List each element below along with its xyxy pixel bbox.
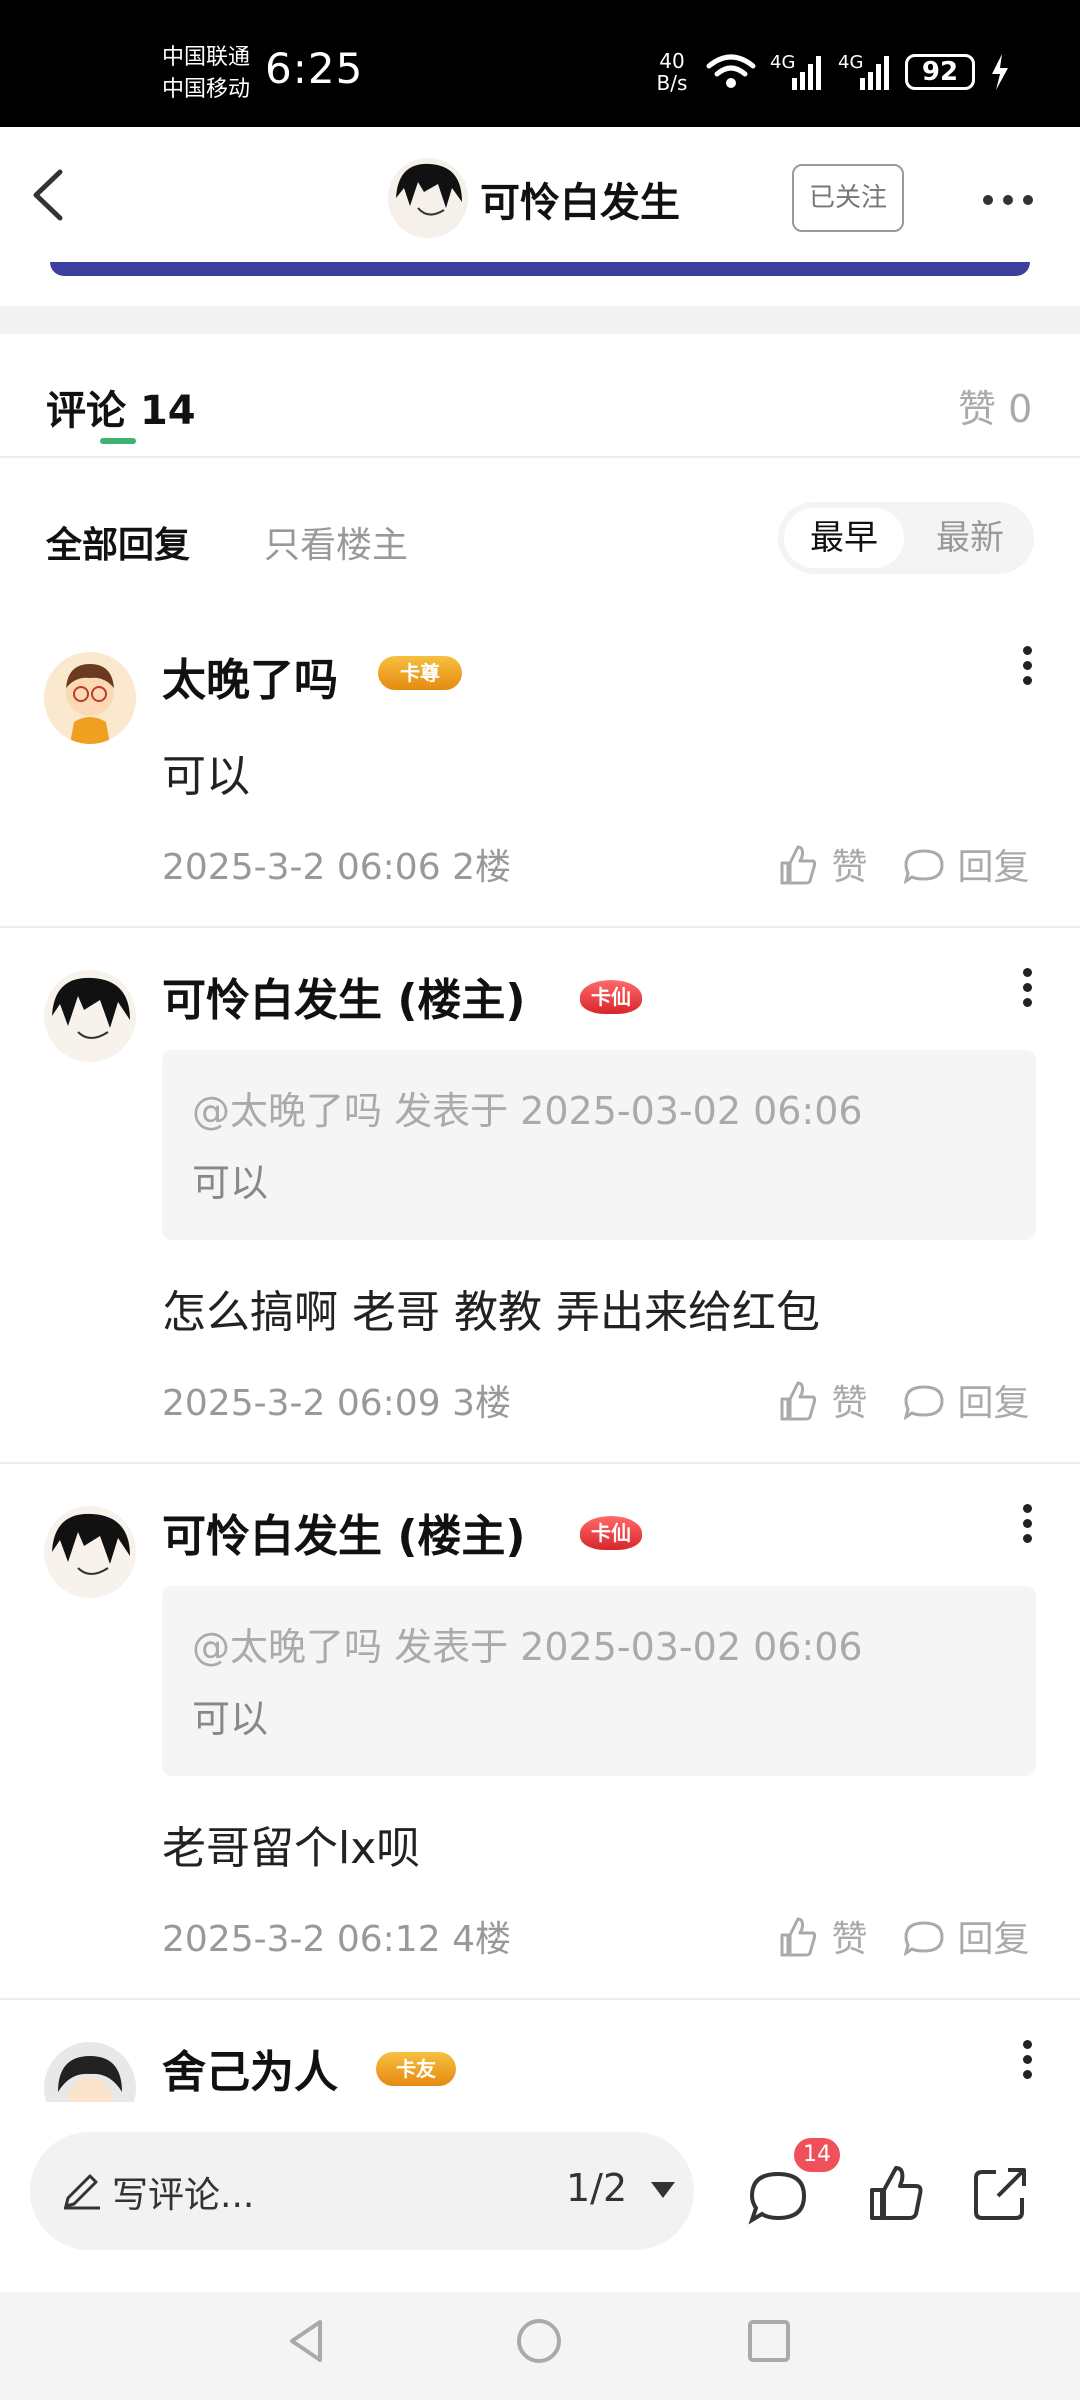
quote-header: @太晚了吗 发表于 2025-03-02 06:06 <box>192 1625 863 1669</box>
thumbs-up-icon <box>780 1917 817 1957</box>
divider <box>0 456 1080 458</box>
filter-op-only[interactable]: 只看楼主 <box>264 516 408 568</box>
like-action[interactable]: 赞 <box>776 1910 867 1962</box>
divider <box>0 1462 1080 1464</box>
reply-action[interactable]: 回复 <box>902 1374 1029 1426</box>
avatar[interactable] <box>44 652 136 744</box>
section-separator <box>0 306 1080 334</box>
sort-earliest[interactable]: 最早 <box>784 508 904 568</box>
like-label: 赞 <box>831 1919 868 1960</box>
quoted-reply[interactable] <box>162 1586 1036 1776</box>
header-avatar[interactable] <box>388 158 468 238</box>
anime-avatar-icon <box>388 158 468 238</box>
carrier-2: 中国移动 <box>162 77 251 102</box>
wifi-icon <box>706 54 756 88</box>
commenter-name[interactable]: 可怜白发生 (楼主) <box>162 1500 526 1564</box>
active-tab-indicator <box>100 438 136 444</box>
signal-bars-1-icon <box>792 56 821 90</box>
user-badge: 卡友 <box>376 2052 456 2086</box>
user-badge: 卡仙 <box>580 1516 642 1550</box>
charging-bolt-icon <box>992 54 1008 90</box>
follow-button[interactable]: 已关注 <box>792 164 904 232</box>
status-time: 6:25 <box>265 44 364 93</box>
comment-count-badge: 14 <box>794 2138 840 2172</box>
comment-date: 2025-3-2 06:09 <box>162 1383 441 1424</box>
user-badge: 卡尊 <box>378 656 462 690</box>
net-speed-value: 40 <box>659 49 685 73</box>
commenter-name[interactable]: 太晚了吗 <box>162 644 338 708</box>
divider <box>0 1998 1080 2000</box>
signal-bars-2-icon <box>860 56 889 90</box>
thumbs-up-icon <box>780 1381 817 1421</box>
back-arrow-icon[interactable] <box>20 160 80 230</box>
comment-bubble-icon <box>903 849 944 885</box>
pencil-icon <box>64 2174 100 2210</box>
divider <box>0 926 1080 928</box>
cartoon-avatar-icon <box>44 652 136 744</box>
comment-date: 2025-3-2 06:12 <box>162 1919 441 1960</box>
thumbs-up-icon[interactable] <box>864 2162 928 2226</box>
quoted-reply[interactable] <box>162 1050 1036 1240</box>
comment-floor: 4楼 <box>452 1919 511 1960</box>
quote-text: 可以 <box>192 1697 269 1741</box>
carrier-1: 中国联通 <box>162 45 251 70</box>
page-title: 可怜白发生 <box>480 180 680 226</box>
nav-back-icon[interactable] <box>282 2316 332 2366</box>
battery-indicator: 92 <box>905 54 975 90</box>
comment-text: 怎么搞啊 老哥 教教 弄出来给红包 <box>162 1287 820 1338</box>
comment-meta: 2025-3-2 06:09 3楼 <box>162 1374 511 1426</box>
comment-text: 可以 <box>162 751 250 802</box>
comment-bubble-icon[interactable] <box>746 2164 810 2228</box>
post-image-edge <box>50 262 1030 276</box>
share-icon[interactable] <box>968 2162 1032 2226</box>
reply-action[interactable]: 回复 <box>902 838 1029 890</box>
more-dots-icon[interactable] <box>978 180 1038 220</box>
anime-avatar-icon <box>44 970 136 1062</box>
comments-count: 14 <box>139 388 196 434</box>
comment-text: 老哥留个lx呗 <box>162 1823 421 1874</box>
thumbs-up-icon <box>780 845 817 885</box>
reply-label: 回复 <box>957 847 1030 888</box>
comment-date: 2025-3-2 06:06 <box>162 847 441 888</box>
avatar[interactable] <box>44 970 136 1062</box>
likes-tab[interactable]: 赞 0 <box>958 378 1032 433</box>
comments-tab[interactable]: 评论 14 <box>46 378 196 436</box>
nav-home-icon[interactable] <box>514 2316 564 2366</box>
comment-input-placeholder: 写评论... <box>112 2175 255 2216</box>
sort-latest[interactable]: 最新 <box>910 508 1030 568</box>
comment-menu-icon[interactable] <box>1012 640 1042 700</box>
page-indicator[interactable]: 1/2 <box>566 2166 627 2210</box>
net-speed-unit: B/s <box>656 71 688 95</box>
like-label: 赞 <box>831 847 868 888</box>
commenter-name[interactable]: 可怜白发生 (楼主) <box>162 964 526 1028</box>
reply-action[interactable]: 回复 <box>902 1910 1029 1962</box>
like-action[interactable]: 赞 <box>776 1374 867 1426</box>
quote-header: @太晚了吗 发表于 2025-03-02 06:06 <box>192 1089 863 1133</box>
filter-all-replies[interactable]: 全部回复 <box>46 516 190 568</box>
reply-label: 回复 <box>957 1383 1030 1424</box>
like-action[interactable]: 赞 <box>776 838 867 890</box>
comment-bubble-icon <box>903 1921 944 1957</box>
nav-recents-icon[interactable] <box>744 2316 794 2366</box>
net-speed: 40 B/s <box>652 50 692 94</box>
comment-meta: 2025-3-2 06:06 2楼 <box>162 838 511 890</box>
quote-text: 可以 <box>192 1161 269 1205</box>
anime-avatar-icon <box>44 1506 136 1598</box>
reply-label: 回复 <box>957 1919 1030 1960</box>
user-badge: 卡仙 <box>580 980 642 1014</box>
comment-bubble-icon <box>903 1385 944 1421</box>
comment-floor: 2楼 <box>452 847 511 888</box>
comment-menu-icon[interactable] <box>1012 1498 1042 1558</box>
comment-meta: 2025-3-2 06:12 4楼 <box>162 1910 511 1962</box>
like-label: 赞 <box>831 1383 868 1424</box>
comment-menu-icon[interactable] <box>1012 2034 1042 2094</box>
carrier-labels: 中国联通 中国移动 <box>162 42 250 106</box>
comment-floor: 3楼 <box>452 1383 511 1424</box>
commenter-name[interactable]: 舍己为人 <box>162 2036 338 2100</box>
avatar[interactable] <box>44 1506 136 1598</box>
comment-menu-icon[interactable] <box>1012 962 1042 1022</box>
chevron-down-icon[interactable] <box>648 2178 678 2202</box>
comments-title: 评论 <box>46 388 126 434</box>
